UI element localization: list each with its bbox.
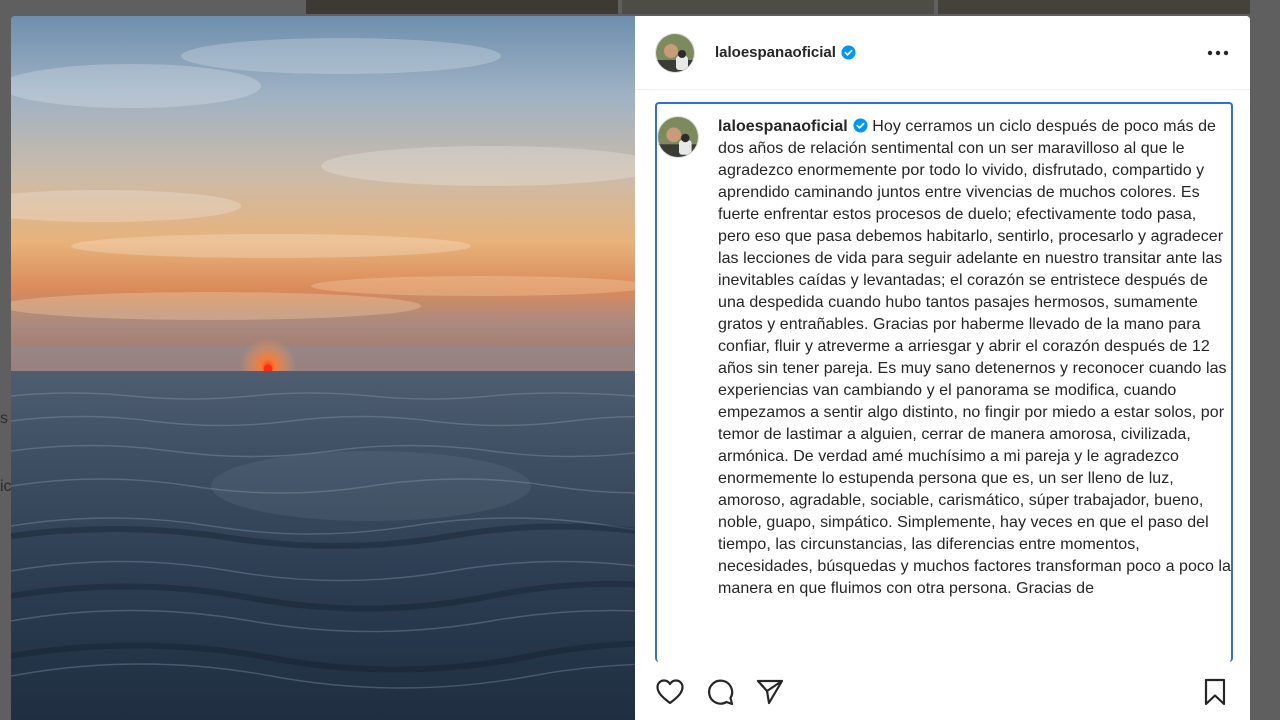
heart-icon [656,679,684,705]
background-thumbnail [938,0,1250,14]
caption-username[interactable]: laloespanaoficial [718,118,848,135]
verified-badge-icon [853,118,868,133]
like-button[interactable] [655,677,685,707]
post-photo[interactable] [11,16,635,720]
sunset-ocean-image [11,16,635,720]
comment-button[interactable] [705,677,735,707]
comment-icon [708,679,734,706]
post-actions-bar [635,664,1250,720]
post-username[interactable]: laloespanaoficial [715,44,836,61]
caption-area[interactable]: laloespanaoficial Hoy cerramos un ciclo … [655,102,1233,662]
more-horizontal-icon [1207,50,1229,55]
profile-photo-icon [658,117,698,157]
verified-badge-icon [841,45,856,60]
post-side-panel: laloespanaoficial laloespanaoficial Hoy … [635,16,1250,720]
background-text-fragment: s [0,410,8,427]
more-options-button[interactable] [1206,41,1230,65]
share-button[interactable] [755,677,785,707]
profile-photo-icon [656,33,694,72]
post-modal: laloespanaoficial laloespanaoficial Hoy … [11,16,1250,720]
caption-body-text: Hoy cerramos un ciclo después de poco má… [718,118,1231,597]
background-thumbnail [622,0,934,14]
avatar[interactable] [655,32,695,73]
caption-comment: laloespanaoficial Hoy cerramos un ciclo … [657,104,1231,600]
post-header: laloespanaoficial [635,16,1250,90]
background-text-fragment: ic [0,478,12,495]
save-button[interactable] [1200,677,1230,707]
bookmark-icon [1204,678,1226,706]
caption-avatar[interactable] [657,116,699,158]
paper-plane-icon [756,679,784,705]
background-thumbnail [306,0,618,14]
caption-text: laloespanaoficial Hoy cerramos un ciclo … [718,116,1231,600]
